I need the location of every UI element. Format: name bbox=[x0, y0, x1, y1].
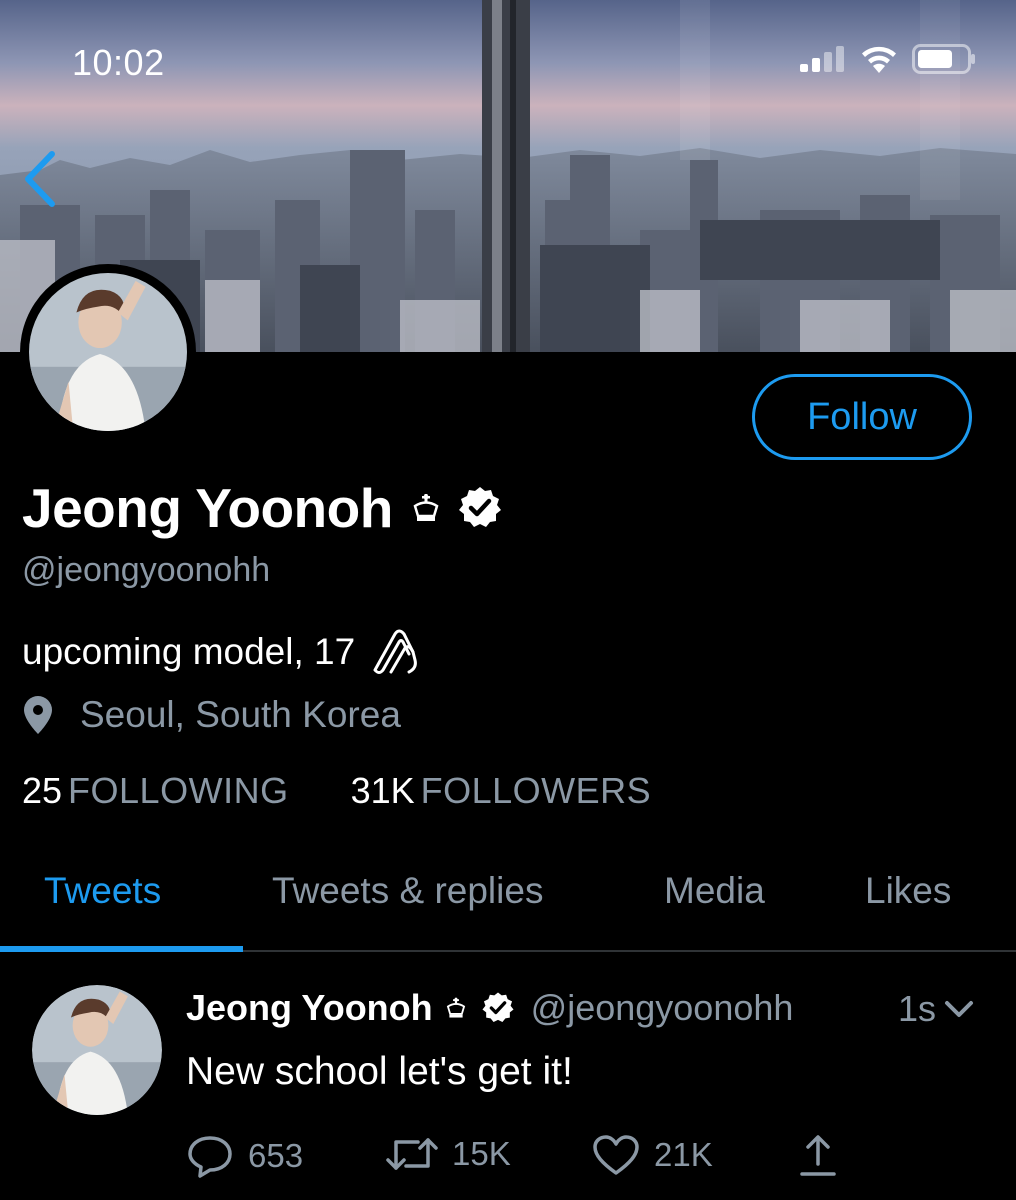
followers-stat[interactable]: 31K FOLLOWERS bbox=[351, 770, 652, 812]
wifi-icon bbox=[862, 46, 896, 73]
profile-display-name: Jeong Yoonoh bbox=[22, 477, 393, 539]
status-time: 10:02 bbox=[72, 42, 165, 83]
tweet-text: New school let's get it! bbox=[186, 1050, 573, 1093]
location-pin-icon bbox=[24, 696, 52, 734]
tweet-header: Jeong Yoonoh @jeongyoonohh 1s bbox=[186, 986, 986, 1030]
followers-count: 31K bbox=[350, 770, 415, 811]
like-action[interactable]: 21K bbox=[592, 1134, 713, 1176]
tweet-avatar[interactable] bbox=[32, 985, 162, 1115]
reply-count: 653 bbox=[248, 1137, 304, 1174]
reply-icon bbox=[188, 1136, 232, 1178]
tweet-author-badges bbox=[445, 991, 515, 1025]
profile-location-text: Seoul, South Korea bbox=[80, 694, 401, 735]
avatar-image bbox=[29, 273, 187, 431]
like-count: 21K bbox=[654, 1136, 713, 1173]
following-count: 25 bbox=[22, 770, 63, 811]
profile-handle: @jeongyoonohh bbox=[22, 551, 271, 589]
verified-badge-icon bbox=[458, 487, 501, 527]
profile-location: Seoul, South Korea bbox=[22, 694, 401, 736]
retweet-icon bbox=[386, 1138, 438, 1170]
following-stat[interactable]: 25 FOLLOWING bbox=[22, 770, 289, 812]
tweet-author-name[interactable]: Jeong Yoonoh bbox=[186, 987, 433, 1029]
crown-icon bbox=[446, 997, 465, 1018]
profile-bio-text: upcoming model, 17 bbox=[22, 631, 356, 672]
follow-button[interactable]: Follow bbox=[752, 374, 972, 460]
crown-icon bbox=[413, 494, 439, 521]
retweet-count: 15K bbox=[452, 1135, 511, 1172]
followers-label: FOLLOWERS bbox=[420, 770, 652, 811]
tab-likes[interactable]: Likes bbox=[865, 870, 951, 912]
heart-icon bbox=[593, 1135, 639, 1175]
profile-tabs: Tweets Tweets & replies Media Likes bbox=[0, 840, 1016, 952]
profile-display-name-row: Jeong Yoonoh bbox=[22, 476, 503, 540]
back-chevron-icon[interactable] bbox=[20, 148, 60, 210]
share-icon bbox=[800, 1135, 836, 1176]
tab-media[interactable]: Media bbox=[664, 870, 765, 912]
profile-bio: upcoming model, 17 bbox=[22, 628, 419, 676]
profile-stats: 25 FOLLOWING 31K FOLLOWERS bbox=[22, 770, 651, 812]
profile-avatar[interactable] bbox=[20, 264, 196, 440]
reply-action[interactable]: 653 bbox=[186, 1134, 303, 1178]
status-icons bbox=[800, 44, 976, 74]
tweet-avatar-image bbox=[32, 985, 162, 1115]
tweet-actions: 653 15K 21K bbox=[186, 1134, 846, 1184]
tab-tweets[interactable]: Tweets bbox=[44, 870, 161, 912]
tweet-time-group: 1s bbox=[898, 988, 974, 1030]
active-tab-indicator bbox=[0, 946, 243, 952]
name-badges bbox=[411, 485, 503, 531]
tweet-author-handle: @jeongyoonohh bbox=[530, 987, 794, 1028]
verified-badge-icon bbox=[482, 992, 514, 1023]
tab-tweets-replies[interactable]: Tweets & replies bbox=[272, 870, 543, 912]
retweet-action[interactable]: 15K bbox=[386, 1134, 511, 1174]
share-action[interactable] bbox=[798, 1134, 838, 1178]
battery-icon bbox=[912, 44, 975, 74]
cellular-signal-icon bbox=[800, 46, 844, 72]
paperclip-icon bbox=[373, 629, 418, 674]
chevron-down-icon[interactable] bbox=[944, 999, 974, 1019]
tweet-timestamp: 1s bbox=[897, 988, 936, 1029]
following-label: FOLLOWING bbox=[68, 770, 289, 811]
